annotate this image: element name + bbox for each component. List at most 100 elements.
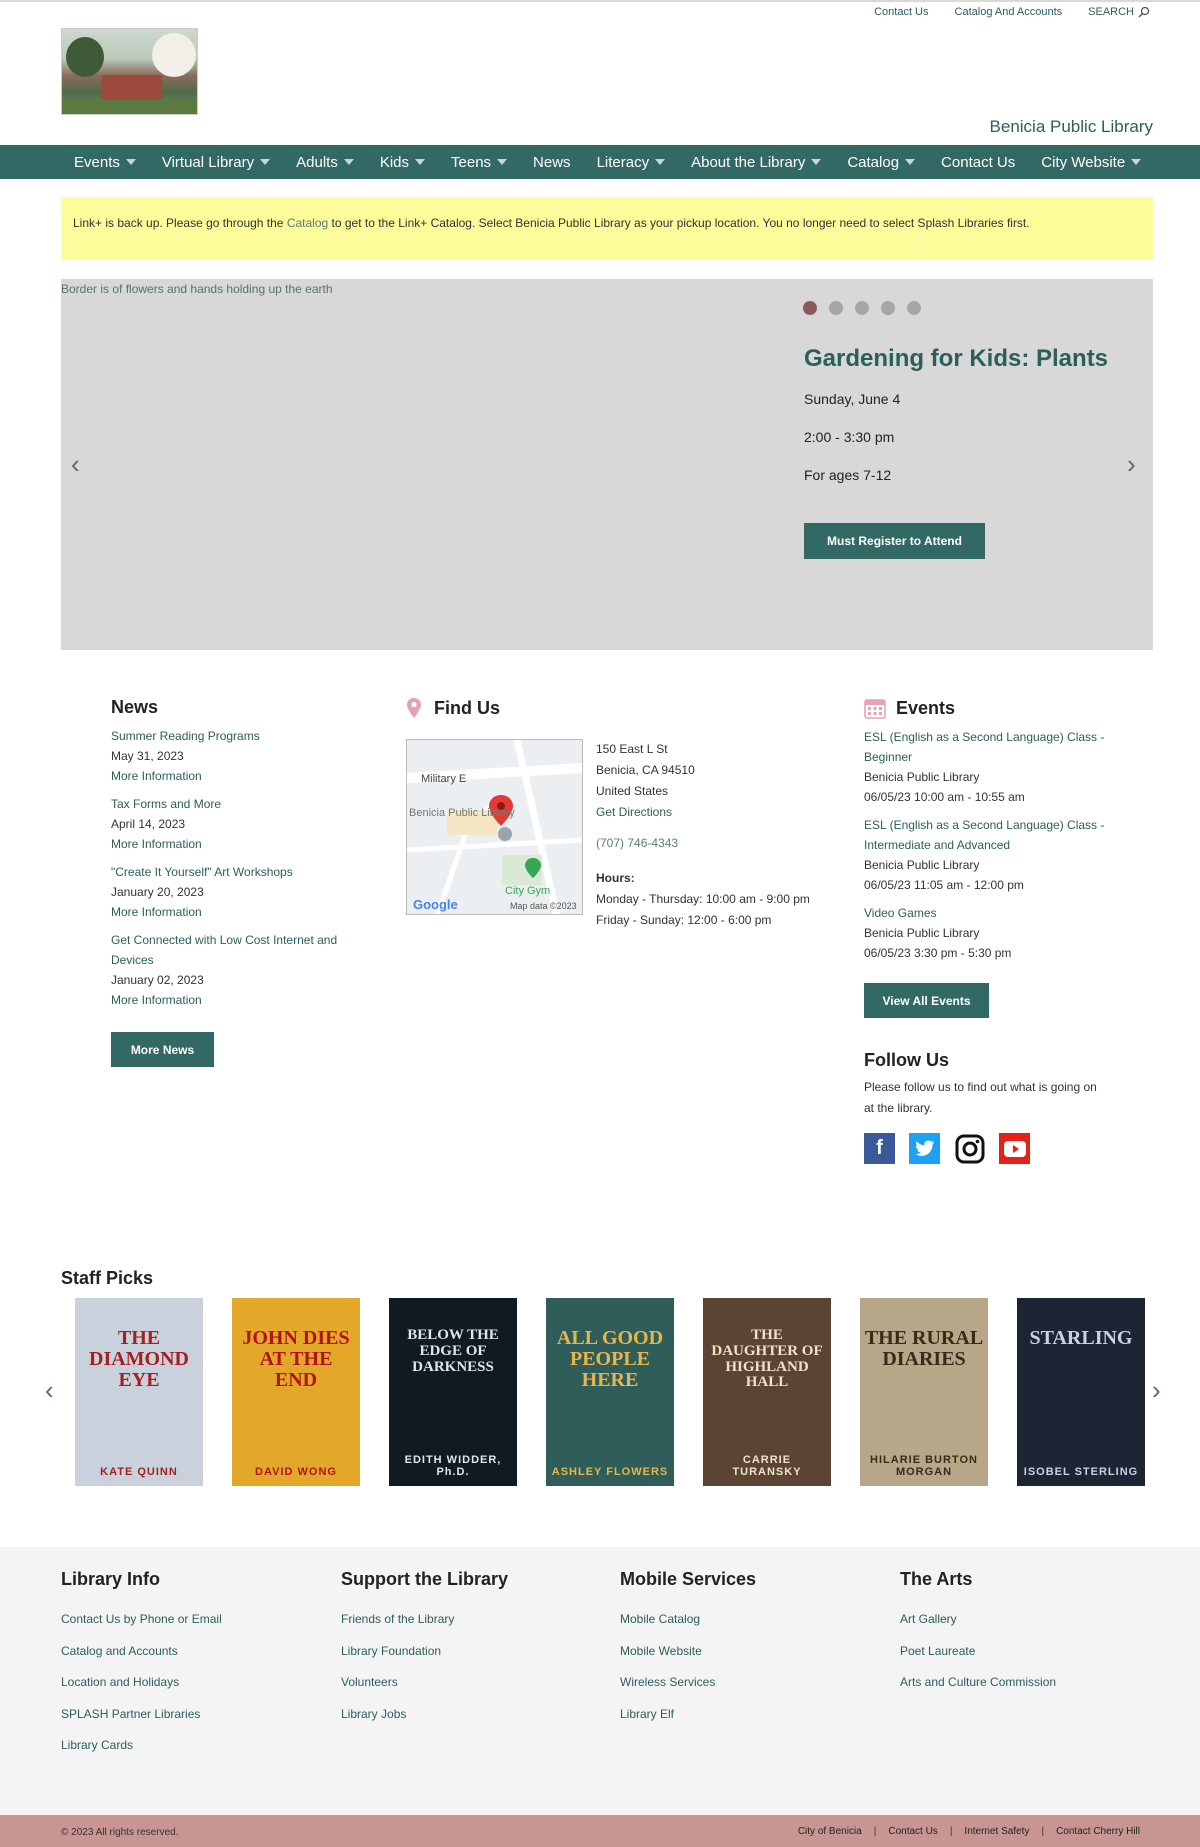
news-item-date: April 14, 2023 [111, 817, 186, 831]
nav-item-events[interactable]: Events [74, 154, 149, 171]
event-title[interactable]: Video Games [864, 903, 1124, 923]
footer-link[interactable]: Mobile Catalog [620, 1604, 756, 1636]
phone-number[interactable]: (707) 746-4343 [596, 833, 810, 854]
footer-link[interactable]: Poet Laureate [900, 1636, 1056, 1668]
footer-link[interactable]: Arts and Culture Commission [900, 1667, 1056, 1699]
footer-link[interactable]: Library Elf [620, 1699, 756, 1731]
footer-link[interactable]: Mobile Website [620, 1636, 756, 1668]
main-nav: Events Virtual Library Adults Kids Teens News… [0, 145, 1200, 179]
bottom-link[interactable]: Internet Safety [964, 1826, 1029, 1837]
footer-link[interactable]: Art Gallery [900, 1604, 1056, 1636]
nav-item-adults[interactable]: Adults [296, 154, 367, 171]
book-cover[interactable]: BELOW THE EDGE OF DARKNESS EDITH WIDDER, … [389, 1298, 517, 1486]
slider-dot[interactable] [907, 301, 921, 315]
register-button[interactable]: Must Register to Attend [804, 523, 985, 559]
link-separator: | [949, 1826, 953, 1837]
footer-link[interactable]: Library Jobs [341, 1699, 508, 1731]
find-us-section: Find Us Military E Benicia Public Librar… [406, 697, 826, 927]
footer-link[interactable]: Catalog and Accounts [61, 1636, 222, 1668]
event-title[interactable]: ESL (English as a Second Language) Class… [864, 727, 1124, 767]
slider-dot[interactable] [881, 301, 895, 315]
news-item-more-link[interactable]: More Information [111, 990, 361, 1010]
utility-nav: Contact Us Catalog And Accounts SEARCH [874, 6, 1150, 18]
book-cover[interactable]: THE RURAL DIARIES HILARIE BURTON MORGAN [860, 1298, 988, 1486]
utility-link-catalog-accounts[interactable]: Catalog And Accounts [955, 6, 1063, 18]
slide-time: 2:00 - 3:30 pm [804, 429, 895, 445]
book-cover[interactable]: JOHN DIES AT THE END DAVID WONG [232, 1298, 360, 1486]
nav-item-about-the-library[interactable]: About the Library [691, 154, 834, 171]
nav-item-label: About the Library [691, 153, 806, 171]
nav-item-label: Adults [296, 153, 338, 171]
nav-item-teens[interactable]: Teens [451, 154, 520, 171]
follow-us-section: Follow Us Please follow us to find out w… [864, 1050, 1124, 1164]
youtube-icon[interactable] [999, 1133, 1030, 1164]
news-item-more-link[interactable]: More Information [111, 834, 361, 854]
slider-prev-arrow[interactable]: ‹ [71, 449, 80, 480]
event-datetime: 06/05/23 10:00 am - 10:55 am [864, 790, 1025, 804]
view-all-events-button[interactable]: View All Events [864, 983, 989, 1018]
news-item-title[interactable]: Summer Reading Programs [111, 726, 361, 746]
search-link[interactable]: SEARCH [1088, 6, 1150, 18]
map-street-label: Military E [421, 773, 467, 785]
twitter-icon[interactable] [909, 1133, 940, 1164]
footer-link[interactable]: Library Cards [61, 1730, 222, 1762]
nav-item-virtual-library[interactable]: Virtual Library [162, 154, 283, 171]
book-cover[interactable]: THE DAUGHTER OF HIGHLAND HALL CARRIE TURA… [703, 1298, 831, 1486]
news-item-title[interactable]: Get Connected with Low Cost Internet and… [111, 930, 361, 970]
library-logo-photo[interactable] [61, 28, 198, 115]
footer-link[interactable]: Location and Holidays [61, 1667, 222, 1699]
address-line-3: United States [596, 784, 669, 798]
news-item-title[interactable]: "Create It Yourself" Art Workshops [111, 862, 361, 882]
footer-link[interactable]: Friends of the Library [341, 1604, 508, 1636]
nav-item-contact-us[interactable]: Contact Us [941, 154, 1028, 171]
site-name[interactable]: Benicia Public Library [990, 117, 1153, 137]
follow-us-heading: Follow Us [864, 1050, 949, 1070]
hours-label: Hours: [596, 871, 635, 885]
books-prev-arrow[interactable]: ‹ [45, 1375, 54, 1406]
book-cover[interactable]: ALL GOOD PEOPLE HERE ASHLEY FLOWERS [546, 1298, 674, 1486]
featured-slider: Border is of flowers and hands holding u… [61, 279, 1153, 650]
slider-next-arrow[interactable]: › [1127, 449, 1136, 480]
footer-link[interactable]: Wireless Services [620, 1667, 756, 1699]
book-cover[interactable]: STARLING ISOBEL STERLING [1017, 1298, 1145, 1486]
books-next-arrow[interactable]: › [1152, 1375, 1161, 1406]
footer-link[interactable]: Library Foundation [341, 1636, 508, 1668]
facebook-icon[interactable]: f [864, 1133, 895, 1164]
instagram-icon[interactable] [954, 1133, 985, 1164]
alert-catalog-link[interactable]: Catalog [287, 216, 328, 230]
news-item-more-link[interactable]: More Information [111, 902, 361, 922]
more-news-button[interactable]: More News [111, 1032, 214, 1067]
news-section: News Summer Reading Programs May 31, 2023… [111, 697, 361, 1067]
slider-dot[interactable] [855, 301, 869, 315]
news-item-date: May 31, 2023 [111, 749, 184, 763]
bottom-link[interactable]: City of Benicia [798, 1826, 862, 1837]
news-item-title[interactable]: Tax Forms and More [111, 794, 361, 814]
book-cover[interactable]: THE DIAMOND EYE KATE QUINN [75, 1298, 203, 1486]
nav-item-kids[interactable]: Kids [380, 154, 438, 171]
event-item: Video Games Benicia Public Library 06/05/2… [864, 903, 1124, 963]
address-line-1: 150 East L St [596, 742, 668, 756]
get-directions-link[interactable]: Get Directions [596, 802, 810, 823]
slider-dot[interactable] [829, 301, 843, 315]
event-title[interactable]: ESL (English as a Second Language) Class… [864, 815, 1124, 855]
nav-item-news[interactable]: News [533, 154, 584, 171]
news-item-date: January 02, 2023 [111, 973, 204, 987]
footer-link[interactable]: Volunteers [341, 1667, 508, 1699]
nav-item-city-website[interactable]: City Website [1041, 154, 1154, 171]
news-item-more-link[interactable]: More Information [111, 766, 361, 786]
book-title: BELOW THE EDGE OF DARKNESS [407, 1327, 499, 1375]
bottom-link[interactable]: Contact Us [888, 1826, 937, 1837]
footer-column: The Arts Art Gallery Poet Laureate Arts and… [900, 1569, 1056, 1699]
footer-link[interactable]: SPLASH Partner Libraries [61, 1699, 222, 1731]
bottom-link[interactable]: Contact Cherry Hill [1056, 1826, 1140, 1837]
utility-link-contact-us[interactable]: Contact Us [874, 6, 928, 18]
book-author: HILARIE BURTON MORGAN [870, 1454, 978, 1478]
nav-item-literacy[interactable]: Literacy [597, 154, 679, 171]
footer-link[interactable]: Contact Us by Phone or Email [61, 1604, 222, 1636]
news-item: Tax Forms and More April 14, 2023 More Inf… [111, 794, 361, 854]
staff-picks-heading: Staff Picks [61, 1268, 154, 1288]
nav-item-catalog[interactable]: Catalog [847, 154, 928, 171]
location-map[interactable]: Military E Benicia Public Library City G… [406, 739, 583, 915]
footer-column: Library Info Contact Us by Phone or Email… [61, 1569, 222, 1762]
slider-dot[interactable] [803, 301, 817, 315]
